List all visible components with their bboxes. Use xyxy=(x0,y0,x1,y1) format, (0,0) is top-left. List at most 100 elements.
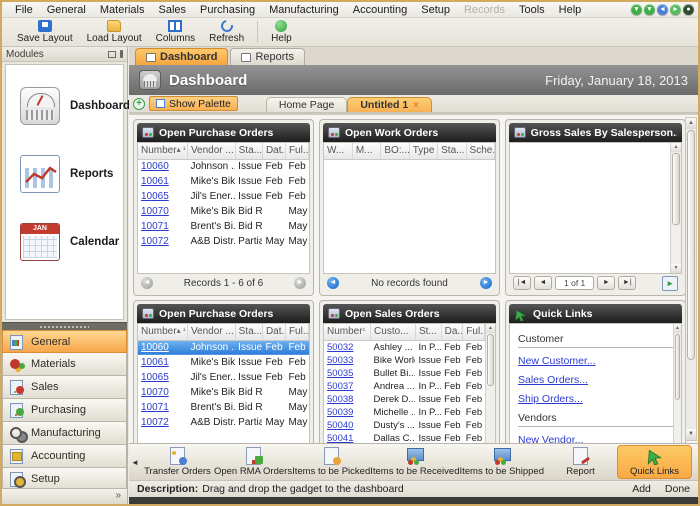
table-row[interactable]: 10070 Mike's BikesBid R... May ... xyxy=(138,385,309,400)
page-prev-icon[interactable]: ◄ xyxy=(327,277,339,289)
add-action[interactable]: Add xyxy=(632,483,651,495)
accordion-overflow-icon[interactable]: » xyxy=(115,490,121,501)
nav-down2-icon[interactable]: ▼ xyxy=(644,4,655,15)
quick-link-new-vendor[interactable]: New Vendor... xyxy=(518,434,673,443)
scroll-up-icon[interactable]: ▲ xyxy=(674,324,681,333)
menu-item-tools[interactable]: Tools xyxy=(512,3,552,17)
palette-item-items-to-be-received[interactable]: Items to be Received xyxy=(370,445,459,479)
nav-down-icon[interactable]: ▼ xyxy=(631,4,642,15)
page-next-icon[interactable]: ► xyxy=(294,277,306,289)
gadget-header[interactable]: Open Sales Orders xyxy=(323,304,496,323)
pointer-icon[interactable]: ► xyxy=(670,4,681,15)
first-page-button[interactable]: |◄ xyxy=(513,276,531,290)
module-item-calendar[interactable]: Calendar xyxy=(6,215,123,269)
column-header-ful[interactable]: Ful... xyxy=(462,324,485,341)
tab-reports[interactable]: Reports xyxy=(230,48,305,65)
scroll-thumb[interactable] xyxy=(687,130,695,360)
gadget-header[interactable]: Open Purchase Orders xyxy=(137,304,310,323)
table-row[interactable]: 10060Johnson ...IssuedFeb ...Feb ... xyxy=(138,159,309,174)
order-number-link[interactable]: 50039 xyxy=(327,407,353,418)
column-header-sta[interactable]: Sta... xyxy=(235,324,263,341)
column-header-sta[interactable]: Sta... xyxy=(235,143,263,160)
accordion-item-sales[interactable]: Sales xyxy=(2,376,127,399)
menu-item-accounting[interactable]: Accounting xyxy=(346,3,414,17)
column-header-type[interactable]: Type xyxy=(409,143,439,160)
menu-item-file[interactable]: File xyxy=(8,3,40,17)
table-row[interactable]: 50032Ashley ...In P...Feb ...Feb ... xyxy=(324,340,485,354)
table-row[interactable]: 50039Michelle ...In P...Feb ...Feb ... xyxy=(324,406,485,419)
order-number-link[interactable]: 50032 xyxy=(327,342,353,353)
menu-item-records[interactable]: Records xyxy=(457,3,512,17)
column-header-w[interactable]: W... xyxy=(324,143,353,160)
column-header-ful[interactable]: Ful... xyxy=(285,143,309,160)
add-page-button[interactable]: + xyxy=(133,97,145,110)
order-number-link[interactable]: 50038 xyxy=(327,394,353,405)
table-row[interactable]: 10070 Mike's BikesBid R... May ... xyxy=(138,204,309,219)
order-number-link[interactable]: 10070 xyxy=(141,387,169,398)
undo-icon[interactable]: ◄ xyxy=(657,4,668,15)
page-tab-home-page[interactable]: Home Page xyxy=(265,97,348,112)
menu-item-general[interactable]: General xyxy=(40,3,93,17)
palette-scroll-left-icon[interactable]: ◄ xyxy=(131,458,139,467)
order-number-link[interactable]: 10060 xyxy=(141,342,169,353)
power-icon[interactable]: ● xyxy=(683,4,694,15)
table-row[interactable]: 50038Derek D...IssuedFeb ...Feb ... xyxy=(324,393,485,406)
column-header-number[interactable]: Number¹ xyxy=(324,324,372,341)
page-next-icon[interactable]: ► xyxy=(480,277,492,289)
order-number-link[interactable]: 50041 xyxy=(327,433,353,444)
palette-item-transfer-orders[interactable]: Transfer Orders xyxy=(141,445,214,479)
float-panel-icon[interactable] xyxy=(108,50,116,58)
gadget-header[interactable]: Quick Links xyxy=(509,304,682,323)
menu-item-help[interactable]: Help xyxy=(552,3,589,17)
order-number-link[interactable]: 10065 xyxy=(141,372,169,383)
order-number-link[interactable]: 10060 xyxy=(141,161,169,172)
scroll-thumb[interactable] xyxy=(487,334,494,387)
order-number-link[interactable]: 50033 xyxy=(327,355,353,366)
pin-panel-icon[interactable] xyxy=(120,50,123,58)
show-palette-button[interactable]: Show Palette xyxy=(149,96,238,111)
menu-item-setup[interactable]: Setup xyxy=(414,3,457,17)
scroll-up-icon[interactable]: ▲ xyxy=(486,324,495,333)
column-header-custo[interactable]: Custo... xyxy=(370,324,416,341)
scroll-down-icon[interactable]: ▼ xyxy=(686,429,696,440)
page-prev-icon[interactable]: ◄ xyxy=(141,277,153,289)
palette-item-items-to-be-picked[interactable]: Items to be Picked xyxy=(292,445,370,479)
prev-page-button[interactable]: ◄ xyxy=(534,276,552,290)
gadget-header[interactable]: Gross Sales By Salesperson... xyxy=(509,123,682,142)
order-number-link[interactable]: 50037 xyxy=(327,381,353,392)
order-number-link[interactable]: 10071 xyxy=(141,221,169,232)
column-header-vendor[interactable]: Vendor ... xyxy=(187,143,236,160)
quick-link-new-customer[interactable]: New Customer... xyxy=(518,355,673,367)
menu-item-materials[interactable]: Materials xyxy=(93,3,152,17)
so-scrollbar[interactable]: ▲ ▼ xyxy=(485,324,495,443)
table-row[interactable]: 50040Dusty's ...IssuedFeb ...Feb ... xyxy=(324,419,485,432)
column-header-dat[interactable]: Dat... xyxy=(262,143,286,160)
accordion-item-purchasing[interactable]: Purchasing xyxy=(2,399,127,422)
scroll-thumb[interactable] xyxy=(675,334,680,400)
page-tab-untitled-1[interactable]: Untitled 1 × xyxy=(347,97,433,112)
last-page-button[interactable]: ►| xyxy=(618,276,637,290)
next-page-button[interactable]: ► xyxy=(597,276,616,290)
order-number-link[interactable]: 10061 xyxy=(141,357,169,368)
menu-item-purchasing[interactable]: Purchasing xyxy=(193,3,262,17)
order-number-link[interactable]: 50035 xyxy=(327,368,353,379)
palette-item-items-to-be-shipped[interactable]: Items to be Shipped xyxy=(459,445,544,479)
close-tab-icon[interactable]: × xyxy=(413,100,419,111)
column-header-bo[interactable]: BO:... xyxy=(380,143,410,160)
scroll-down-icon[interactable]: ▼ xyxy=(671,264,681,273)
gadget-header[interactable]: Open Purchase Orders xyxy=(137,123,310,142)
table-row[interactable]: 10065Jil's Ener...IssuedFeb ...Feb ... xyxy=(138,189,309,204)
table-row[interactable]: 10072A&B Distr...PartialMay ...May ... xyxy=(138,234,309,249)
help-button[interactable]: Help xyxy=(264,18,299,46)
table-row[interactable]: 50033Bike WorldIssuedFeb ...Feb ... xyxy=(324,354,485,367)
quick-link-sales-orders[interactable]: Sales Orders... xyxy=(518,374,673,386)
table-row[interactable]: 10060Johnson ...IssuedFeb ...Feb ... xyxy=(138,340,309,355)
menu-item-manufacturing[interactable]: Manufacturing xyxy=(262,3,346,17)
report-scrollbar[interactable]: ▲ ▼ xyxy=(670,143,681,273)
table-row[interactable]: 10061Mike's BikesIssuedFeb ...Feb ... xyxy=(138,355,309,370)
export-report-button[interactable]: ▸ xyxy=(662,275,678,291)
palette-item-report[interactable]: Report xyxy=(544,445,617,479)
module-item-dashboard[interactable]: Dashboard xyxy=(6,79,130,133)
table-row[interactable]: 10071 Brent's Bi...Bid R... May ... xyxy=(138,400,309,415)
column-header-st[interactable]: St... xyxy=(415,324,442,341)
